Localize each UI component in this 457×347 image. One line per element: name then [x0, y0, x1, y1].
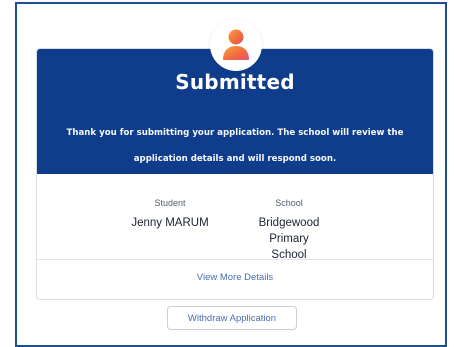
school-label: School [275, 198, 303, 208]
school-name-line2: School [271, 249, 307, 261]
status-message-line2: application details and will respond soo… [133, 154, 337, 164]
card-divider [37, 259, 433, 260]
avatar [210, 19, 262, 71]
user-avatar-icon [223, 29, 249, 60]
status-title: Submitted [175, 70, 295, 94]
school-name: Bridgewood Primary School [238, 215, 340, 263]
student-name: Jenny MARUM [131, 217, 209, 229]
status-message: Thank you for submitting your applicatio… [36, 120, 434, 172]
application-info: Student Jenny MARUM School Bridgewood Pr… [92, 198, 372, 278]
school-name-line1: Bridgewood Primary [258, 217, 320, 245]
withdraw-application-button[interactable]: Withdraw Application [167, 306, 297, 330]
status-message-line1: Thank you for submitting your applicatio… [66, 128, 404, 138]
student-info: Student Jenny MARUM [124, 198, 216, 231]
view-more-details-link[interactable]: View More Details [36, 272, 434, 283]
student-label: Student [154, 198, 186, 208]
school-info: School Bridgewood Primary School [238, 198, 340, 263]
